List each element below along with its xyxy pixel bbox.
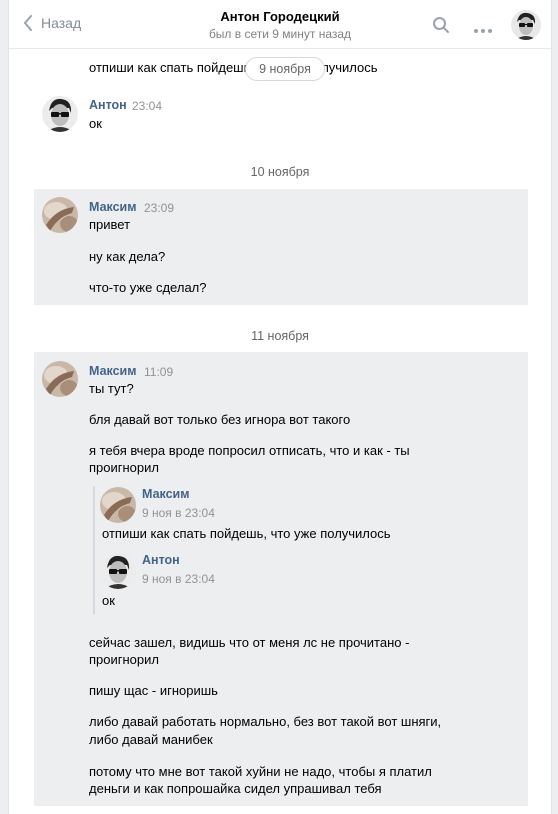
date-separator: 10 ноября xyxy=(250,165,310,179)
search-icon xyxy=(433,17,449,33)
sender-name[interactable]: Антон xyxy=(89,98,127,112)
chat-page: Назад Антон Городецкий был в сети 9 мину… xyxy=(8,0,552,814)
forwarded-sender-name[interactable]: Максим xyxy=(142,487,190,501)
message-text: бля давай вот только без игнора вот тако… xyxy=(89,412,351,427)
peer-avatar[interactable] xyxy=(511,10,541,40)
avatar[interactable] xyxy=(42,361,78,397)
forwarded-time[interactable]: 9 ноя в 23:04 xyxy=(142,506,215,520)
message-text: ок xyxy=(89,116,102,131)
message-text: пишу щас - игноришь xyxy=(89,683,218,698)
forwarded-quote-bar xyxy=(93,486,95,614)
date-separator: 11 ноября xyxy=(251,329,309,343)
avatar[interactable] xyxy=(42,96,78,132)
message-text: деньги и как попрошайка сидел упрашивал … xyxy=(89,781,382,796)
forwarded-time[interactable]: 9 ноя в 23:04 xyxy=(142,572,215,586)
message-text: ты тут? xyxy=(89,381,134,396)
more-button[interactable] xyxy=(473,22,493,37)
chat-header: Назад Антон Городецкий был в сети 9 мину… xyxy=(9,0,551,49)
forwarded-sender-name[interactable]: Антон xyxy=(142,553,180,567)
more-horizontal-icon xyxy=(474,29,492,33)
peer-info[interactable]: Антон Городецкий был в сети 9 минут наза… xyxy=(9,9,551,41)
message-text: сейчас зашел, видишь что от меня лс не п… xyxy=(89,635,410,650)
message-text: проигнорил xyxy=(89,652,159,667)
message-time[interactable]: 23:04 xyxy=(132,99,162,113)
sender-name[interactable]: Максим xyxy=(89,364,137,378)
message-time[interactable]: 23:09 xyxy=(144,201,174,215)
peer-status: был в сети 9 минут назад xyxy=(208,27,352,41)
message-text: отпиши как спать пойдешь, что уже получи… xyxy=(89,60,378,75)
search-button[interactable] xyxy=(432,16,450,37)
floating-date: 9 ноября xyxy=(245,57,325,81)
message-text: либо давай манибек xyxy=(89,732,213,747)
forwarded-text: ок xyxy=(102,593,115,608)
forwarded-text: отпиши как спать пойдешь, что уже получи… xyxy=(102,526,391,541)
avatar[interactable] xyxy=(100,553,136,589)
sender-name[interactable]: Максим xyxy=(89,200,137,214)
peer-name[interactable]: Антон Городецкий xyxy=(9,9,551,24)
avatar[interactable] xyxy=(100,487,136,523)
message-text: потому что мне вот такой хуйни не надо, … xyxy=(89,764,432,779)
message-text: проигнорил xyxy=(89,460,159,475)
message-text: либо давай работать нормально, без вот т… xyxy=(89,714,442,729)
message-text: привет xyxy=(89,217,131,232)
message-text: я тебя вчера вроде попросил отписать, чт… xyxy=(89,443,410,458)
message-text: ну как дела? xyxy=(89,249,166,264)
message-text: что-то уже сделал? xyxy=(89,280,207,295)
avatar[interactable] xyxy=(42,197,78,233)
message-time[interactable]: 11:09 xyxy=(144,365,173,379)
